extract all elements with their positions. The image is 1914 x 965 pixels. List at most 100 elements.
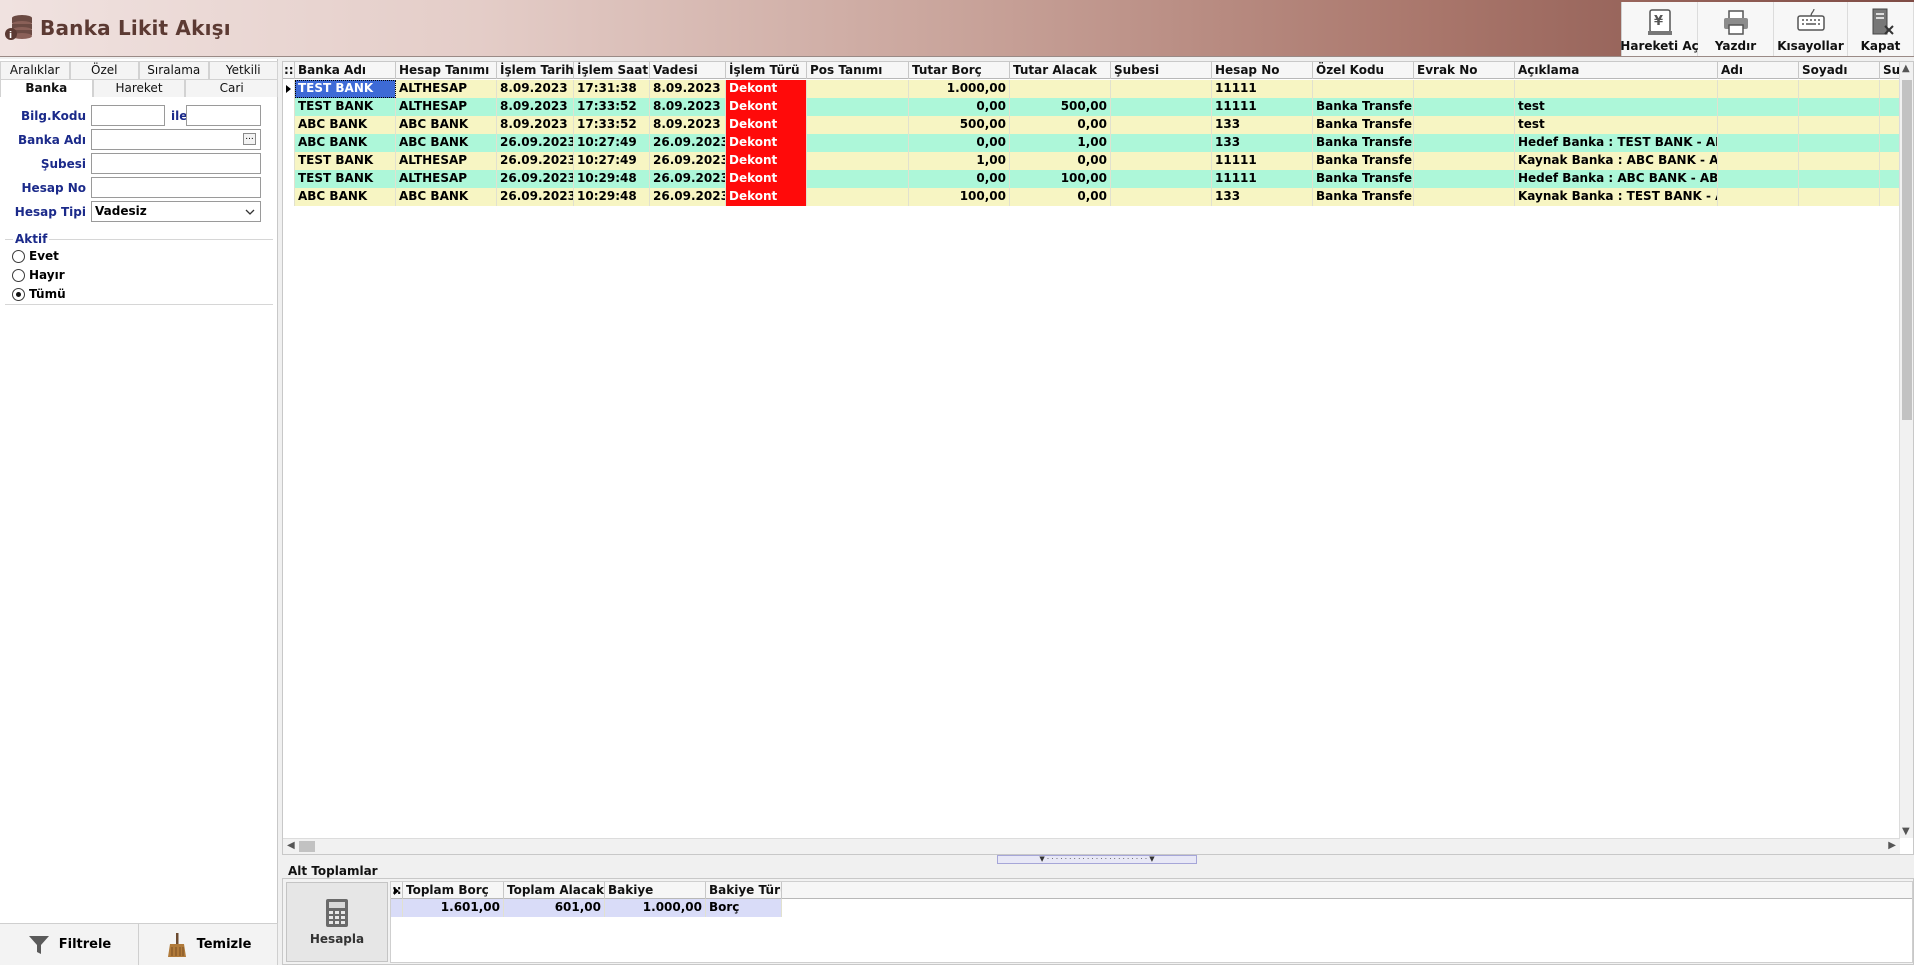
print-button[interactable]: Yazdır <box>1698 2 1774 56</box>
tab-araliklar[interactable]: Aralıklar <box>0 61 70 79</box>
table-cell[interactable] <box>1414 152 1515 170</box>
scroll-down-icon[interactable]: ▼ <box>1902 826 1910 837</box>
table-cell[interactable] <box>807 134 909 152</box>
table-cell[interactable]: 8.09.2023 <box>650 98 726 116</box>
table-cell[interactable]: 0,00 <box>1010 116 1111 134</box>
table-cell[interactable]: Dekont <box>726 188 807 206</box>
table-cell[interactable]: TEST BANK <box>295 170 396 188</box>
table-cell[interactable] <box>1718 98 1799 116</box>
table-cell[interactable] <box>1718 188 1799 206</box>
row-indicator[interactable] <box>283 80 295 98</box>
table-cell[interactable]: 26.09.2023 <box>650 152 726 170</box>
table-cell[interactable]: 11111 <box>1212 152 1313 170</box>
column-header[interactable]: Pos Tanımı <box>807 62 909 79</box>
table-cell[interactable]: 26.09.2023 <box>650 188 726 206</box>
scroll-left-icon[interactable]: ◀ <box>287 840 295 851</box>
bilg-kodu-to-input[interactable] <box>186 105 261 126</box>
aktif-option-evet[interactable]: Evet <box>12 249 59 263</box>
table-cell[interactable]: 0,00 <box>909 170 1010 188</box>
table-cell[interactable] <box>807 80 909 98</box>
table-cell[interactable]: ABC BANK <box>396 188 497 206</box>
tab-ozel[interactable]: Özel <box>69 61 139 79</box>
table-cell[interactable]: ALTHESAP <box>396 98 497 116</box>
tab-banka[interactable]: Banka <box>0 79 93 97</box>
horizontal-scrollbar[interactable]: ◀ ▶ <box>283 838 1900 854</box>
table-cell[interactable]: 133 <box>1212 116 1313 134</box>
table-cell[interactable]: 500,00 <box>1010 98 1111 116</box>
tab-hareket[interactable]: Hareket <box>92 79 186 97</box>
table-cell[interactable]: Dekont <box>726 80 807 98</box>
table-cell[interactable]: 8.09.2023 <box>650 116 726 134</box>
table-cell[interactable]: ALTHESAP <box>396 170 497 188</box>
table-cell[interactable] <box>1718 80 1799 98</box>
column-header[interactable]: Tutar Borç <box>909 62 1010 79</box>
table-cell[interactable]: Dekont <box>726 170 807 188</box>
totals-cell[interactable]: Borç <box>706 899 782 917</box>
table-cell[interactable]: 10:27:49 <box>574 152 650 170</box>
table-cell[interactable] <box>1111 188 1212 206</box>
table-cell[interactable]: 0,00 <box>909 134 1010 152</box>
column-header[interactable]: Açıklama <box>1515 62 1718 79</box>
table-cell[interactable]: 500,00 <box>909 116 1010 134</box>
hesap-no-input[interactable] <box>91 177 261 198</box>
table-cell[interactable] <box>1718 116 1799 134</box>
table-cell[interactable] <box>1414 98 1515 116</box>
table-cell[interactable]: 10:27:49 <box>574 134 650 152</box>
table-cell[interactable] <box>1111 98 1212 116</box>
table-cell[interactable]: Banka Transferi <box>1313 116 1414 134</box>
table-row[interactable]: ABC BANK ABC BANK 26.09.2023 10:29:48 26.09.… <box>283 188 1912 206</box>
table-cell[interactable] <box>807 98 909 116</box>
column-header[interactable]: Adı <box>1718 62 1799 79</box>
vertical-scroll-thumb[interactable] <box>1902 80 1912 420</box>
table-cell[interactable]: 11111 <box>1212 98 1313 116</box>
table-cell[interactable] <box>1799 98 1880 116</box>
table-cell[interactable] <box>1414 116 1515 134</box>
banka-adi-input[interactable]: ... <box>91 129 261 150</box>
table-row[interactable]: TEST BANK ALTHESAP 8.09.2023 17:31:38 8.09.2… <box>283 80 1912 98</box>
table-cell[interactable]: test <box>1515 116 1718 134</box>
table-cell[interactable]: 8.09.2023 <box>497 98 574 116</box>
clear-button[interactable]: Temizle <box>139 924 278 965</box>
table-cell[interactable] <box>1111 134 1212 152</box>
table-cell[interactable]: Banka Transferi <box>1313 188 1414 206</box>
column-header[interactable]: Şubesi <box>1111 62 1212 79</box>
totals-cell[interactable]: 1.601,00 <box>403 899 504 917</box>
totals-cell[interactable]: 1.000,00 <box>605 899 706 917</box>
row-indicator[interactable] <box>283 134 295 152</box>
table-cell[interactable] <box>1799 116 1880 134</box>
table-cell[interactable]: Hedef Banka : TEST BANK - ALTHESAP <box>1515 134 1718 152</box>
table-cell[interactable] <box>1718 152 1799 170</box>
column-header[interactable]: Banka Adı <box>295 62 396 79</box>
table-cell[interactable]: 100,00 <box>909 188 1010 206</box>
table-cell[interactable]: 8.09.2023 <box>650 80 726 98</box>
table-cell[interactable]: 17:33:52 <box>574 116 650 134</box>
column-header[interactable]: İşlem Saati <box>574 62 650 79</box>
totals-column-header[interactable]: Toplam Alacak <box>504 882 605 899</box>
column-header[interactable]: İşlem Türü <box>726 62 807 79</box>
table-cell[interactable]: ABC BANK <box>295 134 396 152</box>
table-cell[interactable]: 100,00 <box>1010 170 1111 188</box>
table-cell[interactable]: Hedef Banka : ABC BANK - ABC BANK <box>1515 170 1718 188</box>
table-cell[interactable]: ABC BANK <box>295 188 396 206</box>
table-cell[interactable] <box>1799 134 1880 152</box>
table-cell[interactable] <box>807 170 909 188</box>
table-cell[interactable]: 26.09.2023 <box>650 134 726 152</box>
table-cell[interactable]: Banka Transferi <box>1313 98 1414 116</box>
totals-column-header[interactable]: Toplam Borç <box>403 882 504 899</box>
table-cell[interactable]: ABC BANK <box>295 116 396 134</box>
column-header[interactable]: Soyadı <box>1799 62 1880 79</box>
table-cell[interactable] <box>1414 134 1515 152</box>
table-cell[interactable]: ALTHESAP <box>396 152 497 170</box>
table-cell[interactable] <box>1799 170 1880 188</box>
banka-adi-lookup-button[interactable]: ... <box>243 133 256 145</box>
table-cell[interactable]: 26.09.2023 <box>650 170 726 188</box>
table-cell[interactable] <box>1010 80 1111 98</box>
table-cell[interactable]: 26.09.2023 <box>497 134 574 152</box>
table-cell[interactable]: Kaynak Banka : ABC BANK - ABC BANK <box>1515 152 1718 170</box>
row-indicator[interactable] <box>283 188 295 206</box>
row-indicator[interactable] <box>283 116 295 134</box>
table-cell[interactable] <box>1111 152 1212 170</box>
table-cell[interactable] <box>1111 170 1212 188</box>
table-cell[interactable]: Dekont <box>726 134 807 152</box>
table-cell[interactable]: Banka Transferi <box>1313 134 1414 152</box>
